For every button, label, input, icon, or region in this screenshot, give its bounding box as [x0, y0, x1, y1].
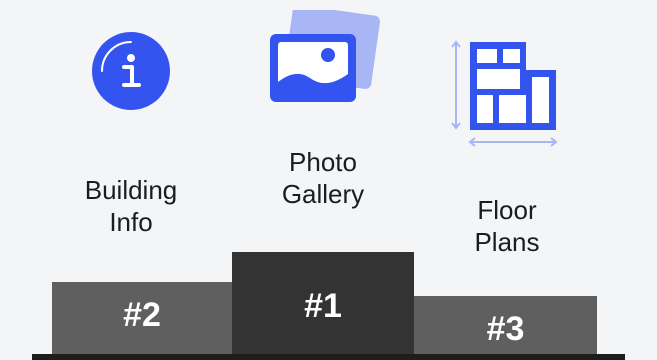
- podium-third: #3: [414, 296, 597, 356]
- podium-first: #1: [232, 252, 414, 356]
- label-floor-plans: Floor Plans: [438, 194, 576, 258]
- rank-label: #3: [486, 310, 525, 348]
- floor-plan-icon: [450, 38, 562, 150]
- podium-baseline: [32, 354, 625, 360]
- info-icon: [92, 32, 170, 110]
- label-photo-gallery: Photo Gallery: [254, 146, 392, 210]
- label-line: Plans: [474, 227, 540, 257]
- label-line: Building: [84, 175, 178, 205]
- label-line: Info: [109, 207, 153, 237]
- rank-label: #2: [123, 296, 161, 334]
- label-line: Floor: [477, 195, 537, 225]
- label-line: Gallery: [281, 179, 365, 209]
- photo-gallery-icon: [268, 5, 380, 106]
- label-line: Photo: [289, 147, 357, 177]
- label-building-info: Building Info: [62, 174, 200, 238]
- podium-second: #2: [52, 282, 232, 356]
- rank-label: #1: [304, 287, 342, 325]
